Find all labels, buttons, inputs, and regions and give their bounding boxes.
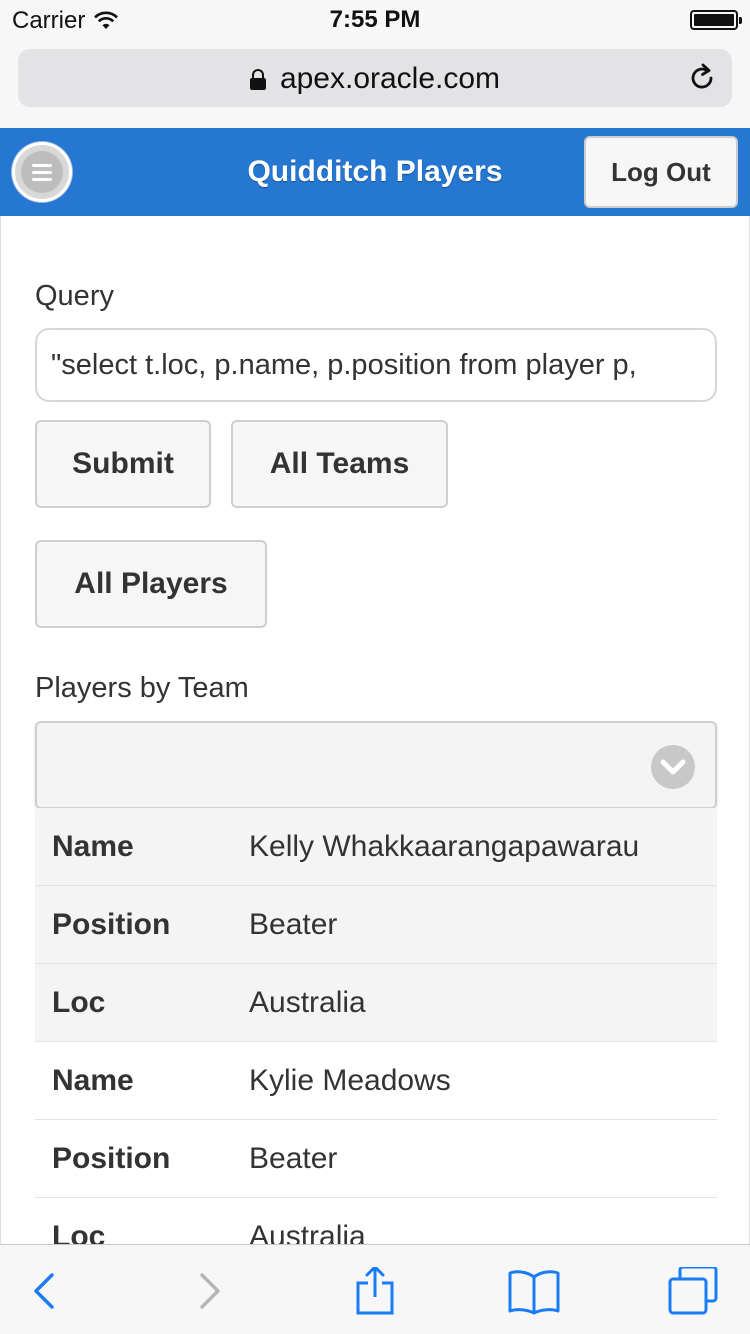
browser-address-area: apex.oracle.com	[0, 40, 750, 128]
field-value: Australia	[249, 985, 366, 1019]
field-value: Australia	[249, 1219, 366, 1245]
tabs-icon[interactable]	[666, 1267, 722, 1315]
main-content: Query "select t.loc, p.name, p.position …	[0, 216, 750, 1244]
table-row: Loc Australia	[35, 1198, 717, 1245]
field-key: Loc	[52, 985, 106, 1019]
forward-icon[interactable]	[182, 1267, 238, 1315]
field-value: Kylie Meadows	[249, 1063, 451, 1097]
query-label: Query	[35, 280, 114, 312]
logout-button[interactable]: Log Out	[584, 136, 738, 208]
field-key: Name	[52, 1063, 134, 1097]
address-bar[interactable]: apex.oracle.com	[18, 49, 732, 107]
players-by-team-label: Players by Team	[35, 672, 249, 704]
field-key: Name	[52, 829, 134, 863]
url-display[interactable]: apex.oracle.com	[18, 62, 732, 96]
back-icon[interactable]	[16, 1267, 72, 1315]
team-select[interactable]	[35, 721, 717, 809]
player-record-table: Name Kelly Whakkaarangapawarau Position …	[35, 808, 717, 1244]
app-header: Quidditch Players Log Out	[0, 128, 750, 216]
table-row: Name Kylie Meadows	[35, 1042, 717, 1120]
field-value: Kelly Whakkaarangapawarau	[249, 829, 640, 863]
url-text: apex.oracle.com	[279, 62, 501, 95]
query-input[interactable]: "select t.loc, p.name, p.position from p…	[35, 328, 717, 402]
lock-icon	[249, 69, 266, 90]
table-row: Position Beater	[35, 886, 717, 964]
browser-toolbar	[0, 1244, 750, 1334]
field-key: Position	[52, 1141, 171, 1175]
battery-icon	[690, 10, 742, 30]
submit-button[interactable]: Submit	[35, 420, 211, 508]
bookmarks-icon[interactable]	[506, 1267, 562, 1315]
field-value: Beater	[249, 907, 338, 941]
field-key: Position	[52, 907, 171, 941]
field-value: Beater	[249, 1141, 338, 1175]
share-icon[interactable]	[346, 1267, 402, 1315]
clock: 7:55 PM	[329, 6, 421, 33]
all-teams-button[interactable]: All Teams	[231, 420, 448, 508]
reload-icon[interactable]	[686, 62, 718, 94]
table-row: Name Kelly Whakkaarangapawarau	[35, 808, 717, 886]
table-row: Position Beater	[35, 1120, 717, 1198]
all-players-button[interactable]: All Players	[35, 540, 267, 628]
field-key: Loc	[52, 1219, 106, 1245]
table-row: Loc Australia	[35, 964, 717, 1042]
chevron-down-icon	[651, 745, 695, 789]
status-bar: Carrier 7:55 PM	[0, 0, 750, 40]
